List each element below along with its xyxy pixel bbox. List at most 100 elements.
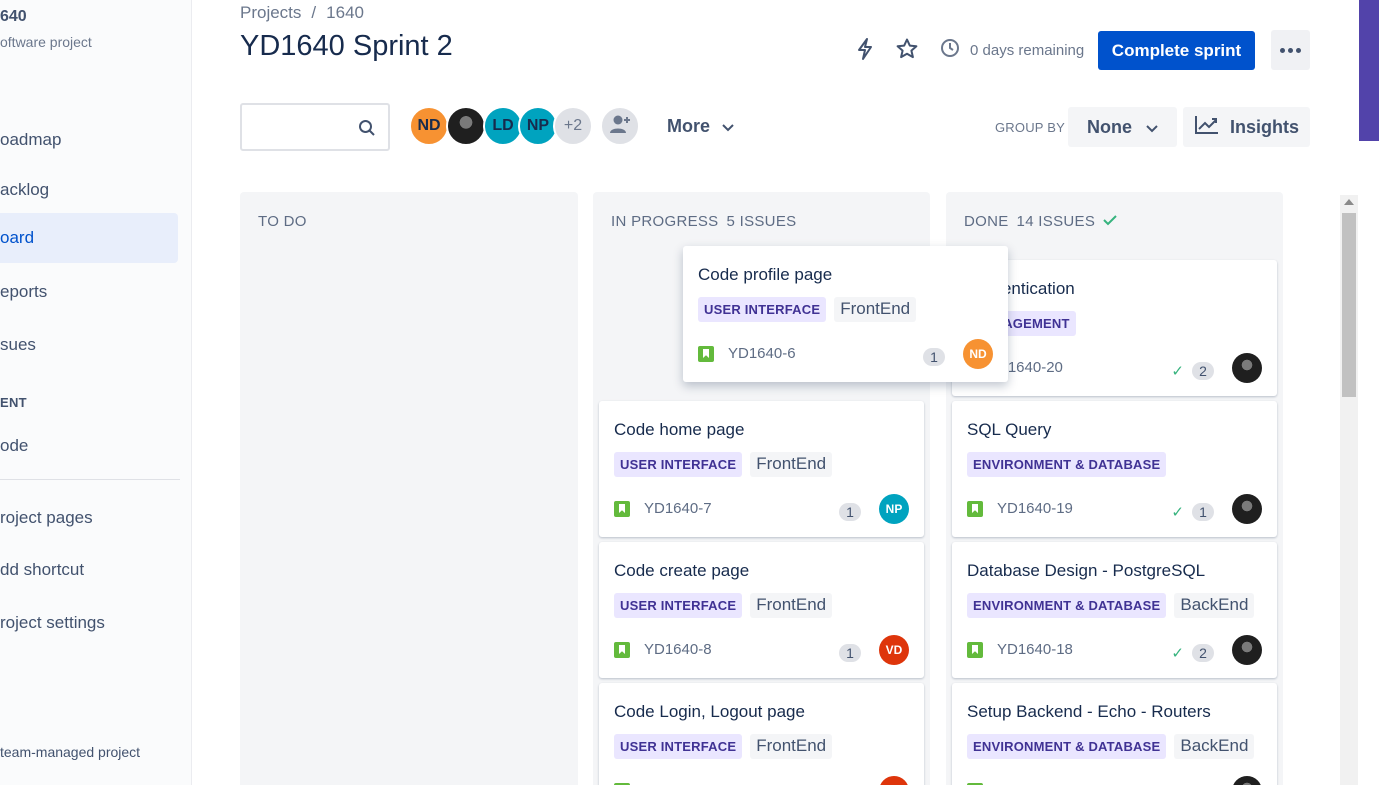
epic-label: USER INTERFACE bbox=[698, 297, 827, 322]
search-icon bbox=[358, 119, 376, 142]
issue-key[interactable]: YD1640-7 bbox=[644, 500, 712, 517]
issue-labels: USER INTERFACE FrontEnd bbox=[614, 593, 833, 618]
scroll-up-icon[interactable] bbox=[1344, 199, 1354, 205]
issue-key[interactable]: YD1640-8 bbox=[644, 641, 712, 658]
issue-title: Code profile page bbox=[698, 265, 833, 284]
avatar-overflow[interactable]: +2 bbox=[553, 106, 593, 146]
add-people-button[interactable] bbox=[600, 106, 640, 146]
issue-key[interactable]: YD1640-19 bbox=[997, 500, 1073, 517]
issue-card[interactable]: SQL Query ENVIRONMENT & DATABASE YD1640-… bbox=[952, 401, 1277, 537]
project-name[interactable]: 640 bbox=[0, 8, 27, 26]
done-check-icon: ✓ bbox=[1171, 363, 1184, 380]
sidebar: 640 oftware project oadmap acklog oard e… bbox=[0, 0, 192, 785]
epic-label: ENVIRONMENT & DATABASE bbox=[967, 734, 1167, 759]
group-by-value: None bbox=[1087, 116, 1132, 137]
issue-card[interactable]: Code Login, Logout page USER INTERFACE F… bbox=[599, 683, 924, 785]
issue-card[interactable]: Setup Backend - Echo - Routers ENVIRONME… bbox=[952, 683, 1277, 785]
issue-card[interactable]: Database Design - PostgreSQL ENVIRONMENT… bbox=[952, 542, 1277, 678]
sidebar-item-issues[interactable]: sues bbox=[0, 320, 178, 370]
column-title: TO DO bbox=[258, 213, 307, 230]
search-input[interactable] bbox=[240, 103, 390, 151]
complete-sprint-button[interactable]: Complete sprint bbox=[1098, 31, 1255, 70]
issue-labels: USER INTERFACE FrontEnd bbox=[614, 452, 833, 477]
sidebar-divider bbox=[0, 479, 180, 480]
sidebar-footer: team-managed project bbox=[0, 744, 141, 760]
chevron-down-icon bbox=[1146, 117, 1158, 138]
story-points: 1 bbox=[1192, 503, 1214, 521]
issue-footer: YD1640-19 ✓ 1 bbox=[967, 494, 1262, 524]
insights-button[interactable]: Insights bbox=[1183, 107, 1310, 147]
lightning-icon[interactable] bbox=[852, 36, 878, 62]
issue-title: Database Design - PostgreSQL bbox=[967, 561, 1206, 580]
assignee-avatar[interactable]: BB bbox=[879, 776, 909, 785]
story-icon bbox=[698, 346, 714, 362]
sidebar-item-project-settings[interactable]: roject settings bbox=[0, 598, 178, 648]
epic-label: ENVIRONMENT & DATABASE bbox=[967, 452, 1167, 477]
epic-label: USER INTERFACE bbox=[614, 593, 743, 618]
column-title-text: IN PROGRESS bbox=[611, 213, 719, 230]
issue-card[interactable]: Code home page USER INTERFACE FrontEnd Y… bbox=[599, 401, 924, 537]
breadcrumb-separator: / bbox=[311, 3, 317, 22]
vertical-scrollbar[interactable] bbox=[1340, 195, 1358, 785]
avatar-ld[interactable]: LD bbox=[483, 106, 523, 146]
chart-icon bbox=[1194, 115, 1220, 140]
sidebar-item-code[interactable]: ode bbox=[0, 421, 178, 471]
issue-tag: BackEnd bbox=[1174, 593, 1255, 618]
story-icon bbox=[614, 501, 630, 517]
story-points: 2 bbox=[1192, 644, 1214, 662]
issue-footer: YD1640-9 BB bbox=[614, 776, 909, 785]
assignee-avatar[interactable]: VD bbox=[879, 635, 909, 665]
epic-label: USER INTERFACE bbox=[614, 452, 743, 477]
issue-card[interactable]: Code create page USER INTERFACE FrontEnd… bbox=[599, 542, 924, 678]
sidebar-item-add-shortcut[interactable]: dd shortcut bbox=[0, 545, 178, 595]
star-icon[interactable] bbox=[894, 36, 920, 62]
sidebar-item-board[interactable]: oard bbox=[0, 213, 178, 263]
issue-title: Code create page bbox=[614, 561, 750, 580]
scrollbar-thumb[interactable] bbox=[1342, 213, 1356, 397]
issue-footer: D1640-20 ✓ 2 bbox=[967, 353, 1262, 383]
assignee-avatar[interactable] bbox=[1232, 776, 1262, 785]
issue-title: Setup Backend - Echo - Routers bbox=[967, 702, 1211, 721]
assignee-avatar[interactable] bbox=[1232, 635, 1262, 665]
sidebar-item-roadmap[interactable]: oadmap bbox=[0, 115, 178, 165]
column-title-text: TO DO bbox=[258, 213, 307, 230]
sidebar-item-backlog[interactable]: acklog bbox=[0, 165, 178, 215]
issue-footer: YD1640-6 1 ND bbox=[698, 339, 993, 369]
avatar-nd[interactable]: ND bbox=[409, 106, 449, 146]
issue-labels: ENVIRONMENT & DATABASE bbox=[967, 452, 1167, 477]
sidebar-item-project-pages[interactable]: roject pages bbox=[0, 493, 178, 543]
assignee-avatar[interactable] bbox=[1232, 353, 1262, 383]
issue-labels: ENVIRONMENT & DATABASE BackEnd bbox=[967, 734, 1255, 759]
insights-label: Insights bbox=[1229, 116, 1299, 137]
dragged-issue-card[interactable]: Code profile page USER INTERFACE FrontEn… bbox=[683, 246, 1008, 382]
issue-footer: YD1640-18 ✓ 2 bbox=[967, 635, 1262, 665]
issue-key[interactable]: YD1640-6 bbox=[728, 345, 796, 362]
column-title-text: DONE bbox=[964, 213, 1009, 230]
days-remaining-text: 0 days remaining bbox=[970, 41, 1085, 59]
issue-title: SQL Query bbox=[967, 420, 1052, 439]
group-by-select[interactable]: None bbox=[1068, 107, 1177, 147]
story-icon bbox=[614, 642, 630, 658]
issue-tag: FrontEnd bbox=[750, 734, 833, 759]
more-actions-button[interactable] bbox=[1271, 30, 1310, 70]
done-check-icon: ✓ bbox=[1171, 504, 1184, 521]
issue-tag: FrontEnd bbox=[750, 452, 833, 477]
issue-key[interactable]: YD1640-18 bbox=[997, 641, 1073, 658]
more-filters-button[interactable]: More bbox=[667, 116, 734, 137]
column-issue-count: 5 ISSUES bbox=[726, 213, 797, 230]
breadcrumb-projects[interactable]: Projects bbox=[240, 3, 301, 23]
group-by-label: GROUP BY bbox=[995, 120, 1065, 135]
project-type: oftware project bbox=[0, 34, 92, 50]
story-points: 2 bbox=[1192, 362, 1214, 380]
assignee-avatar[interactable]: NP bbox=[879, 494, 909, 524]
column-title: DONE 14 ISSUES bbox=[964, 213, 1117, 230]
issue-tag: FrontEnd bbox=[834, 297, 917, 322]
assignee-avatar[interactable]: ND bbox=[963, 339, 993, 369]
breadcrumb-project[interactable]: 1640 bbox=[326, 3, 364, 23]
story-points: 1 bbox=[839, 503, 861, 521]
assignee-avatar[interactable] bbox=[1232, 494, 1262, 524]
sidebar-item-reports[interactable]: eports bbox=[0, 267, 178, 317]
avatar-np[interactable]: NP bbox=[518, 106, 558, 146]
sidebar-section-heading: ENT bbox=[0, 395, 27, 410]
avatar-photo[interactable] bbox=[446, 106, 486, 146]
